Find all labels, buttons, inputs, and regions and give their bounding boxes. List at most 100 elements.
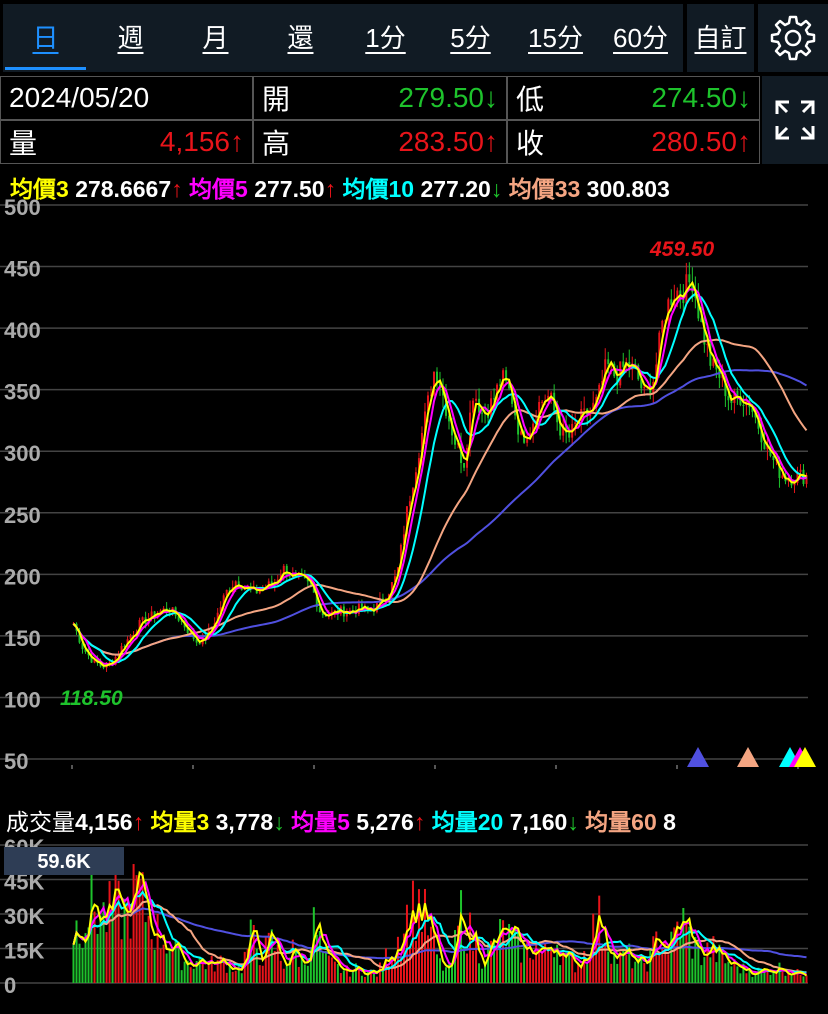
volume-bar: [733, 959, 736, 983]
candle-body: [186, 627, 189, 633]
candle-body: [754, 411, 757, 418]
candle-body: [333, 610, 336, 612]
tab-7[interactable]: 60分: [598, 4, 683, 72]
volume-bar: [99, 915, 102, 983]
candle-body: [544, 401, 547, 403]
volume-bar: [667, 954, 670, 983]
candle-body: [198, 642, 201, 645]
tab-5[interactable]: 5分: [428, 4, 513, 72]
tab-3[interactable]: 還: [258, 4, 343, 72]
tab-1[interactable]: 週: [88, 4, 173, 72]
volume-bar: [535, 945, 538, 983]
volume-bar: [763, 969, 766, 983]
volume-bar: [204, 969, 207, 983]
candle-body: [282, 565, 285, 576]
candle-body: [655, 364, 658, 382]
candle-body: [556, 410, 559, 423]
volume-bar: [661, 948, 664, 983]
volume-bar: [514, 926, 517, 983]
low-value: 274.50↓: [651, 82, 751, 113]
candle-body: [318, 607, 321, 613]
tab-4[interactable]: 1分: [343, 4, 428, 72]
period-tabs: 日週月還 1分 5分 15分 60分: [3, 4, 683, 72]
tab-2[interactable]: 月: [173, 4, 258, 72]
candle-body: [297, 573, 300, 575]
volume-bar: [778, 962, 781, 983]
candle-body: [538, 402, 541, 422]
volume-bar: [411, 880, 414, 983]
candle-body: [667, 299, 670, 321]
volume-bar: [294, 950, 297, 983]
volume-bar: [691, 958, 694, 983]
volume-bar: [439, 958, 441, 983]
volume-bar: [372, 971, 375, 983]
candle-body: [658, 332, 661, 365]
volume-bar: [435, 954, 438, 983]
vol-y-tick-label: 0: [4, 973, 16, 998]
volume-bar: [775, 972, 778, 983]
volume-bar: [586, 962, 589, 983]
candle-body: [87, 651, 90, 656]
candle-body: [210, 626, 213, 629]
candle-body: [270, 581, 273, 586]
volume-bar: [78, 943, 81, 983]
volume-bar: [637, 956, 640, 983]
volume-bar: [724, 963, 727, 983]
vol-ma-arrow: ↑: [413, 809, 426, 835]
tab-0[interactable]: 日: [3, 4, 88, 72]
volume-bar: [333, 961, 336, 983]
volume-bar: [499, 918, 502, 983]
signal-marker: [779, 747, 801, 767]
vol-y-tick-label: 30K: [4, 904, 44, 929]
candle-body: [153, 611, 156, 618]
candle-body: [435, 371, 438, 382]
candle-body: [372, 610, 375, 612]
volume-bar: [390, 957, 393, 983]
candle-body: [426, 395, 429, 412]
volume-bar: [490, 940, 493, 983]
vol-ma-line-10: [72, 890, 807, 974]
candle-body: [451, 421, 454, 436]
candle-body: [466, 447, 469, 468]
candle-body: [520, 431, 523, 435]
candle-body: [502, 370, 505, 386]
candle-body: [243, 587, 246, 590]
tab-6[interactable]: 15分: [513, 4, 598, 72]
volume-bar: [793, 972, 796, 983]
candle-body: [312, 584, 315, 593]
open-cell: 開 279.50↓: [253, 76, 507, 120]
volume-bar: [75, 920, 78, 983]
volume-bar: [508, 923, 511, 983]
candle-body: [439, 381, 441, 389]
vol-ma-value: 3,778: [215, 809, 274, 835]
custom-button[interactable]: 自訂: [687, 4, 754, 72]
volume-bar: [138, 879, 141, 983]
expand-button[interactable]: [762, 76, 828, 164]
candle-body: [715, 358, 718, 370]
volume-bar: [84, 933, 87, 983]
candle-body: [592, 402, 595, 411]
ma-line-3: [72, 280, 807, 667]
vol-ma-label: 均量20: [431, 809, 504, 835]
volume-bar: [156, 913, 159, 983]
volume-bar: [264, 936, 267, 983]
candle-body: [141, 617, 144, 620]
candle-body: [562, 424, 565, 436]
volume-bar: [87, 927, 90, 983]
vol-ma-value: 5,276: [356, 809, 414, 835]
settings-button[interactable]: [758, 4, 828, 72]
volume-bar: [544, 943, 547, 983]
volume-bar: [739, 973, 742, 983]
candle-body: [613, 363, 616, 377]
ma-value: 277.50: [254, 176, 325, 202]
ma-value: 278.6667: [75, 176, 172, 202]
candle-body: [381, 598, 384, 602]
date: 2024/05/20: [9, 82, 150, 113]
volume-bar: [571, 956, 574, 983]
candle-body: [384, 600, 387, 602]
candle-body: [805, 475, 808, 484]
candle-body: [652, 381, 655, 395]
candle-body: [261, 587, 264, 591]
vol-ma-line-5: [72, 880, 807, 975]
candle-body: [195, 638, 198, 643]
